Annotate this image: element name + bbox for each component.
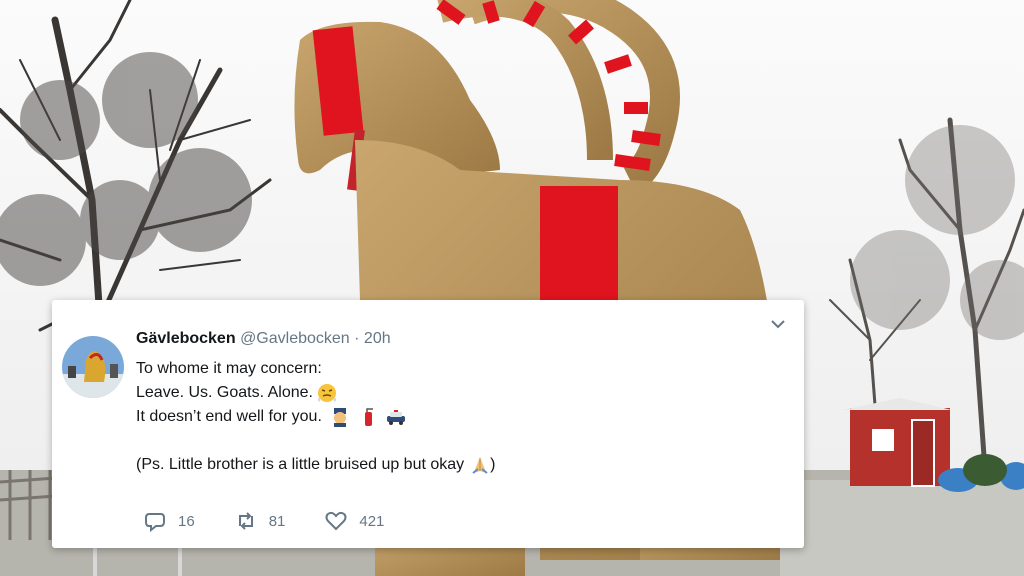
display-name[interactable]: Gävlebocken — [136, 330, 236, 347]
tweet-line: Leave. Us. Goats. Alone. — [136, 381, 776, 405]
retweet-button[interactable]: 81 — [235, 510, 286, 532]
fire-extinguisher-emoji — [364, 408, 373, 426]
heart-icon — [325, 511, 347, 531]
police-car-emoji — [386, 410, 405, 425]
reply-count: 16 — [178, 512, 195, 530]
tweet-actions: 16 81 421 — [144, 510, 424, 532]
face-with-steam-emoji — [318, 384, 336, 402]
like-button[interactable]: 421 — [325, 510, 384, 532]
tweet-header: Gävlebocken @Gavlebocken · 20h — [136, 330, 391, 348]
handle-and-time[interactable]: @Gavlebocken · 20h — [240, 330, 391, 347]
police-officer-emoji — [333, 408, 346, 427]
avatar[interactable] — [62, 336, 124, 398]
tweet-line: (Ps. Little brother is a little bruised … — [136, 456, 496, 474]
retweet-icon — [238, 512, 253, 530]
red-cabin — [842, 398, 952, 487]
folded-hands-emoji — [472, 457, 488, 474]
like-count: 421 — [359, 512, 385, 530]
tweet-line: To whome it may concern: — [136, 360, 322, 377]
chevron-down-icon[interactable] — [770, 318, 786, 330]
tweet-line: It doesn’t end well for you. — [136, 405, 776, 429]
reply-button[interactable]: 16 — [144, 510, 195, 532]
tweet-card[interactable]: Gävlebocken @Gavlebocken · 20h To whome … — [52, 300, 804, 548]
reply-icon — [145, 513, 165, 532]
retweet-count: 81 — [268, 512, 286, 530]
tweet-text: To whome it may concern: Leave. Us. Goat… — [136, 357, 776, 477]
